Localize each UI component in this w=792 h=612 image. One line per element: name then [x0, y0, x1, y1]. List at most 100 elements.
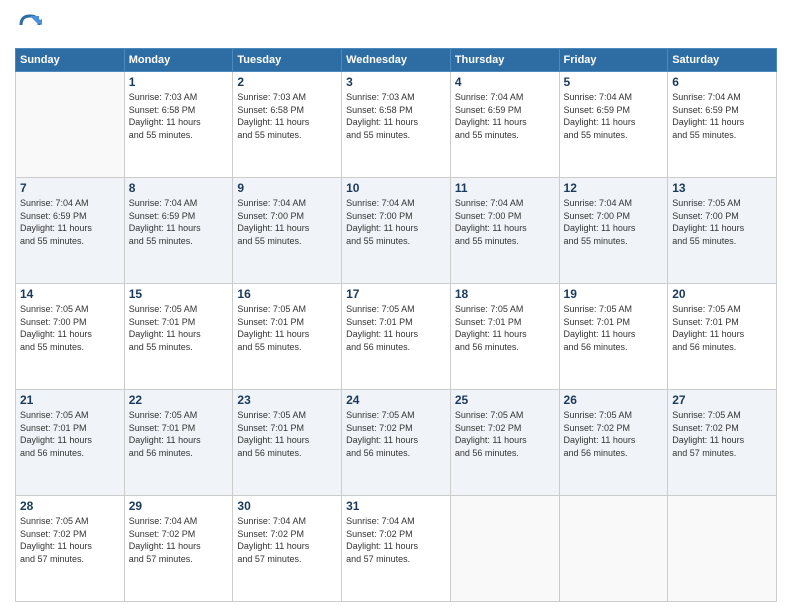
calendar-cell: 21 Sunrise: 7:05 AMSunset: 7:01 PMDayligh… — [16, 390, 125, 496]
cell-date-number: 6 — [672, 75, 772, 89]
cell-date-number: 25 — [455, 393, 555, 407]
calendar-cell: 28Sunrise: 7:05 AMSunset: 7:02 PMDayligh… — [16, 496, 125, 602]
cell-date-number: 16 — [237, 287, 337, 301]
calendar-cell: 13 Sunrise: 7:05 AMSunset: 7:00 PMDayligh… — [668, 178, 777, 284]
cell-info-text: Sunrise: 7:04 AMSunset: 7:00 PMDaylight:… — [346, 197, 446, 247]
cell-info-text: Sunrise: 7:04 AMSunset: 7:00 PMDaylight:… — [455, 197, 555, 247]
cell-date-number: 13 — [672, 181, 772, 195]
cell-info-text: Sunrise: 7:05 AMSunset: 7:00 PMDaylight:… — [672, 197, 772, 247]
cell-date-number: 8 — [129, 181, 229, 195]
cell-date-number: 23 — [237, 393, 337, 407]
cell-info-text: Sunrise: 7:04 AMSunset: 6:59 PMDaylight:… — [455, 91, 555, 141]
cell-info-text: Sunrise: 7:03 AMSunset: 6:58 PMDaylight:… — [346, 91, 446, 141]
calendar-cell: 11 Sunrise: 7:04 AMSunset: 7:00 PMDayligh… — [450, 178, 559, 284]
calendar-cell: 15 Sunrise: 7:05 AMSunset: 7:01 PMDayligh… — [124, 284, 233, 390]
cell-date-number: 19 — [564, 287, 664, 301]
cell-date-number: 22 — [129, 393, 229, 407]
calendar-cell: 9Sunrise: 7:04 AMSunset: 7:00 PMDaylight… — [233, 178, 342, 284]
calendar-cell: 4 Sunrise: 7:04 AMSunset: 6:59 PMDaylight… — [450, 72, 559, 178]
calendar-cell: 10 Sunrise: 7:04 AMSunset: 7:00 PMDayligh… — [342, 178, 451, 284]
cell-date-number: 24 — [346, 393, 446, 407]
cell-info-text: Sunrise: 7:05 AMSunset: 7:02 PMDaylight:… — [20, 515, 120, 565]
cell-info-text: Sunrise: 7:04 AMSunset: 6:59 PMDaylight:… — [129, 197, 229, 247]
cell-info-text: Sunrise: 7:05 AMSunset: 7:01 PMDaylight:… — [20, 409, 120, 459]
cell-date-number: 14 — [20, 287, 120, 301]
cell-info-text: Sunrise: 7:05 AMSunset: 7:02 PMDaylight:… — [346, 409, 446, 459]
cell-info-text: Sunrise: 7:05 AMSunset: 7:00 PMDaylight:… — [20, 303, 120, 353]
calendar-cell — [450, 496, 559, 602]
cell-info-text: Sunrise: 7:05 AMSunset: 7:01 PMDaylight:… — [237, 409, 337, 459]
calendar-cell: 6 Sunrise: 7:04 AMSunset: 6:59 PMDaylight… — [668, 72, 777, 178]
cell-date-number: 31 — [346, 499, 446, 513]
cell-date-number: 11 — [455, 181, 555, 195]
weekday-header-saturday: Saturday — [668, 49, 777, 72]
cell-info-text: Sunrise: 7:05 AMSunset: 7:02 PMDaylight:… — [564, 409, 664, 459]
calendar-cell: 7 Sunrise: 7:04 AMSunset: 6:59 PMDaylight… — [16, 178, 125, 284]
cell-date-number: 29 — [129, 499, 229, 513]
cell-info-text: Sunrise: 7:04 AMSunset: 7:02 PMDaylight:… — [129, 515, 229, 565]
cell-date-number: 3 — [346, 75, 446, 89]
cell-date-number: 20 — [672, 287, 772, 301]
calendar-cell: 24 Sunrise: 7:05 AMSunset: 7:02 PMDayligh… — [342, 390, 451, 496]
calendar-cell: 27Sunrise: 7:05 AMSunset: 7:02 PMDayligh… — [668, 390, 777, 496]
calendar-cell: 14 Sunrise: 7:05 AMSunset: 7:00 PMDayligh… — [16, 284, 125, 390]
cell-info-text: Sunrise: 7:05 AMSunset: 7:01 PMDaylight:… — [237, 303, 337, 353]
logo — [15, 10, 49, 40]
header — [15, 10, 777, 40]
cell-info-text: Sunrise: 7:05 AMSunset: 7:01 PMDaylight:… — [346, 303, 446, 353]
calendar-cell: 20 Sunrise: 7:05 AMSunset: 7:01 PMDayligh… — [668, 284, 777, 390]
calendar-week-row: 21 Sunrise: 7:05 AMSunset: 7:01 PMDayligh… — [16, 390, 777, 496]
calendar-week-row: 7 Sunrise: 7:04 AMSunset: 6:59 PMDaylight… — [16, 178, 777, 284]
calendar-cell: 30 Sunrise: 7:04 AMSunset: 7:02 PMDayligh… — [233, 496, 342, 602]
cell-date-number: 10 — [346, 181, 446, 195]
weekday-header-tuesday: Tuesday — [233, 49, 342, 72]
cell-date-number: 12 — [564, 181, 664, 195]
calendar-cell: 26 Sunrise: 7:05 AMSunset: 7:02 PMDayligh… — [559, 390, 668, 496]
calendar-cell: 16 Sunrise: 7:05 AMSunset: 7:01 PMDayligh… — [233, 284, 342, 390]
calendar-cell: 2 Sunrise: 7:03 AMSunset: 6:58 PMDaylight… — [233, 72, 342, 178]
calendar-cell — [16, 72, 125, 178]
cell-date-number: 7 — [20, 181, 120, 195]
cell-info-text: Sunrise: 7:05 AMSunset: 7:02 PMDaylight:… — [672, 409, 772, 459]
cell-info-text: Sunrise: 7:04 AMSunset: 7:02 PMDaylight:… — [237, 515, 337, 565]
calendar-header-row: SundayMondayTuesdayWednesdayThursdayFrid… — [16, 49, 777, 72]
cell-info-text: Sunrise: 7:04 AMSunset: 6:59 PMDaylight:… — [564, 91, 664, 141]
cell-date-number: 30 — [237, 499, 337, 513]
weekday-header-monday: Monday — [124, 49, 233, 72]
calendar-cell: 8 Sunrise: 7:04 AMSunset: 6:59 PMDaylight… — [124, 178, 233, 284]
cell-date-number: 4 — [455, 75, 555, 89]
calendar-cell: 5 Sunrise: 7:04 AMSunset: 6:59 PMDaylight… — [559, 72, 668, 178]
cell-info-text: Sunrise: 7:05 AMSunset: 7:01 PMDaylight:… — [129, 303, 229, 353]
calendar-cell — [559, 496, 668, 602]
page: SundayMondayTuesdayWednesdayThursdayFrid… — [0, 0, 792, 612]
calendar-cell: 17 Sunrise: 7:05 AMSunset: 7:01 PMDayligh… — [342, 284, 451, 390]
logo-icon — [15, 10, 45, 40]
calendar-cell: 22 Sunrise: 7:05 AMSunset: 7:01 PMDayligh… — [124, 390, 233, 496]
cell-info-text: Sunrise: 7:05 AMSunset: 7:02 PMDaylight:… — [455, 409, 555, 459]
cell-info-text: Sunrise: 7:03 AMSunset: 6:58 PMDaylight:… — [129, 91, 229, 141]
cell-date-number: 2 — [237, 75, 337, 89]
cell-info-text: Sunrise: 7:04 AMSunset: 6:59 PMDaylight:… — [20, 197, 120, 247]
weekday-header-sunday: Sunday — [16, 49, 125, 72]
cell-info-text: Sunrise: 7:05 AMSunset: 7:01 PMDaylight:… — [129, 409, 229, 459]
calendar-cell: 18Sunrise: 7:05 AMSunset: 7:01 PMDayligh… — [450, 284, 559, 390]
cell-date-number: 21 — [20, 393, 120, 407]
cell-date-number: 26 — [564, 393, 664, 407]
calendar-cell: 29 Sunrise: 7:04 AMSunset: 7:02 PMDayligh… — [124, 496, 233, 602]
cell-date-number: 5 — [564, 75, 664, 89]
calendar-week-row: 14 Sunrise: 7:05 AMSunset: 7:00 PMDayligh… — [16, 284, 777, 390]
cell-info-text: Sunrise: 7:05 AMSunset: 7:01 PMDaylight:… — [672, 303, 772, 353]
weekday-header-friday: Friday — [559, 49, 668, 72]
calendar-cell: 31 Sunrise: 7:04 AMSunset: 7:02 PMDayligh… — [342, 496, 451, 602]
cell-info-text: Sunrise: 7:04 AMSunset: 6:59 PMDaylight:… — [672, 91, 772, 141]
weekday-header-wednesday: Wednesday — [342, 49, 451, 72]
cell-info-text: Sunrise: 7:04 AMSunset: 7:02 PMDaylight:… — [346, 515, 446, 565]
cell-info-text: Sunrise: 7:03 AMSunset: 6:58 PMDaylight:… — [237, 91, 337, 141]
calendar-cell: 1Sunrise: 7:03 AMSunset: 6:58 PMDaylight… — [124, 72, 233, 178]
cell-date-number: 15 — [129, 287, 229, 301]
calendar-cell — [668, 496, 777, 602]
calendar-cell: 25 Sunrise: 7:05 AMSunset: 7:02 PMDayligh… — [450, 390, 559, 496]
cell-date-number: 9 — [237, 181, 337, 195]
calendar-week-row: 1Sunrise: 7:03 AMSunset: 6:58 PMDaylight… — [16, 72, 777, 178]
cell-date-number: 17 — [346, 287, 446, 301]
